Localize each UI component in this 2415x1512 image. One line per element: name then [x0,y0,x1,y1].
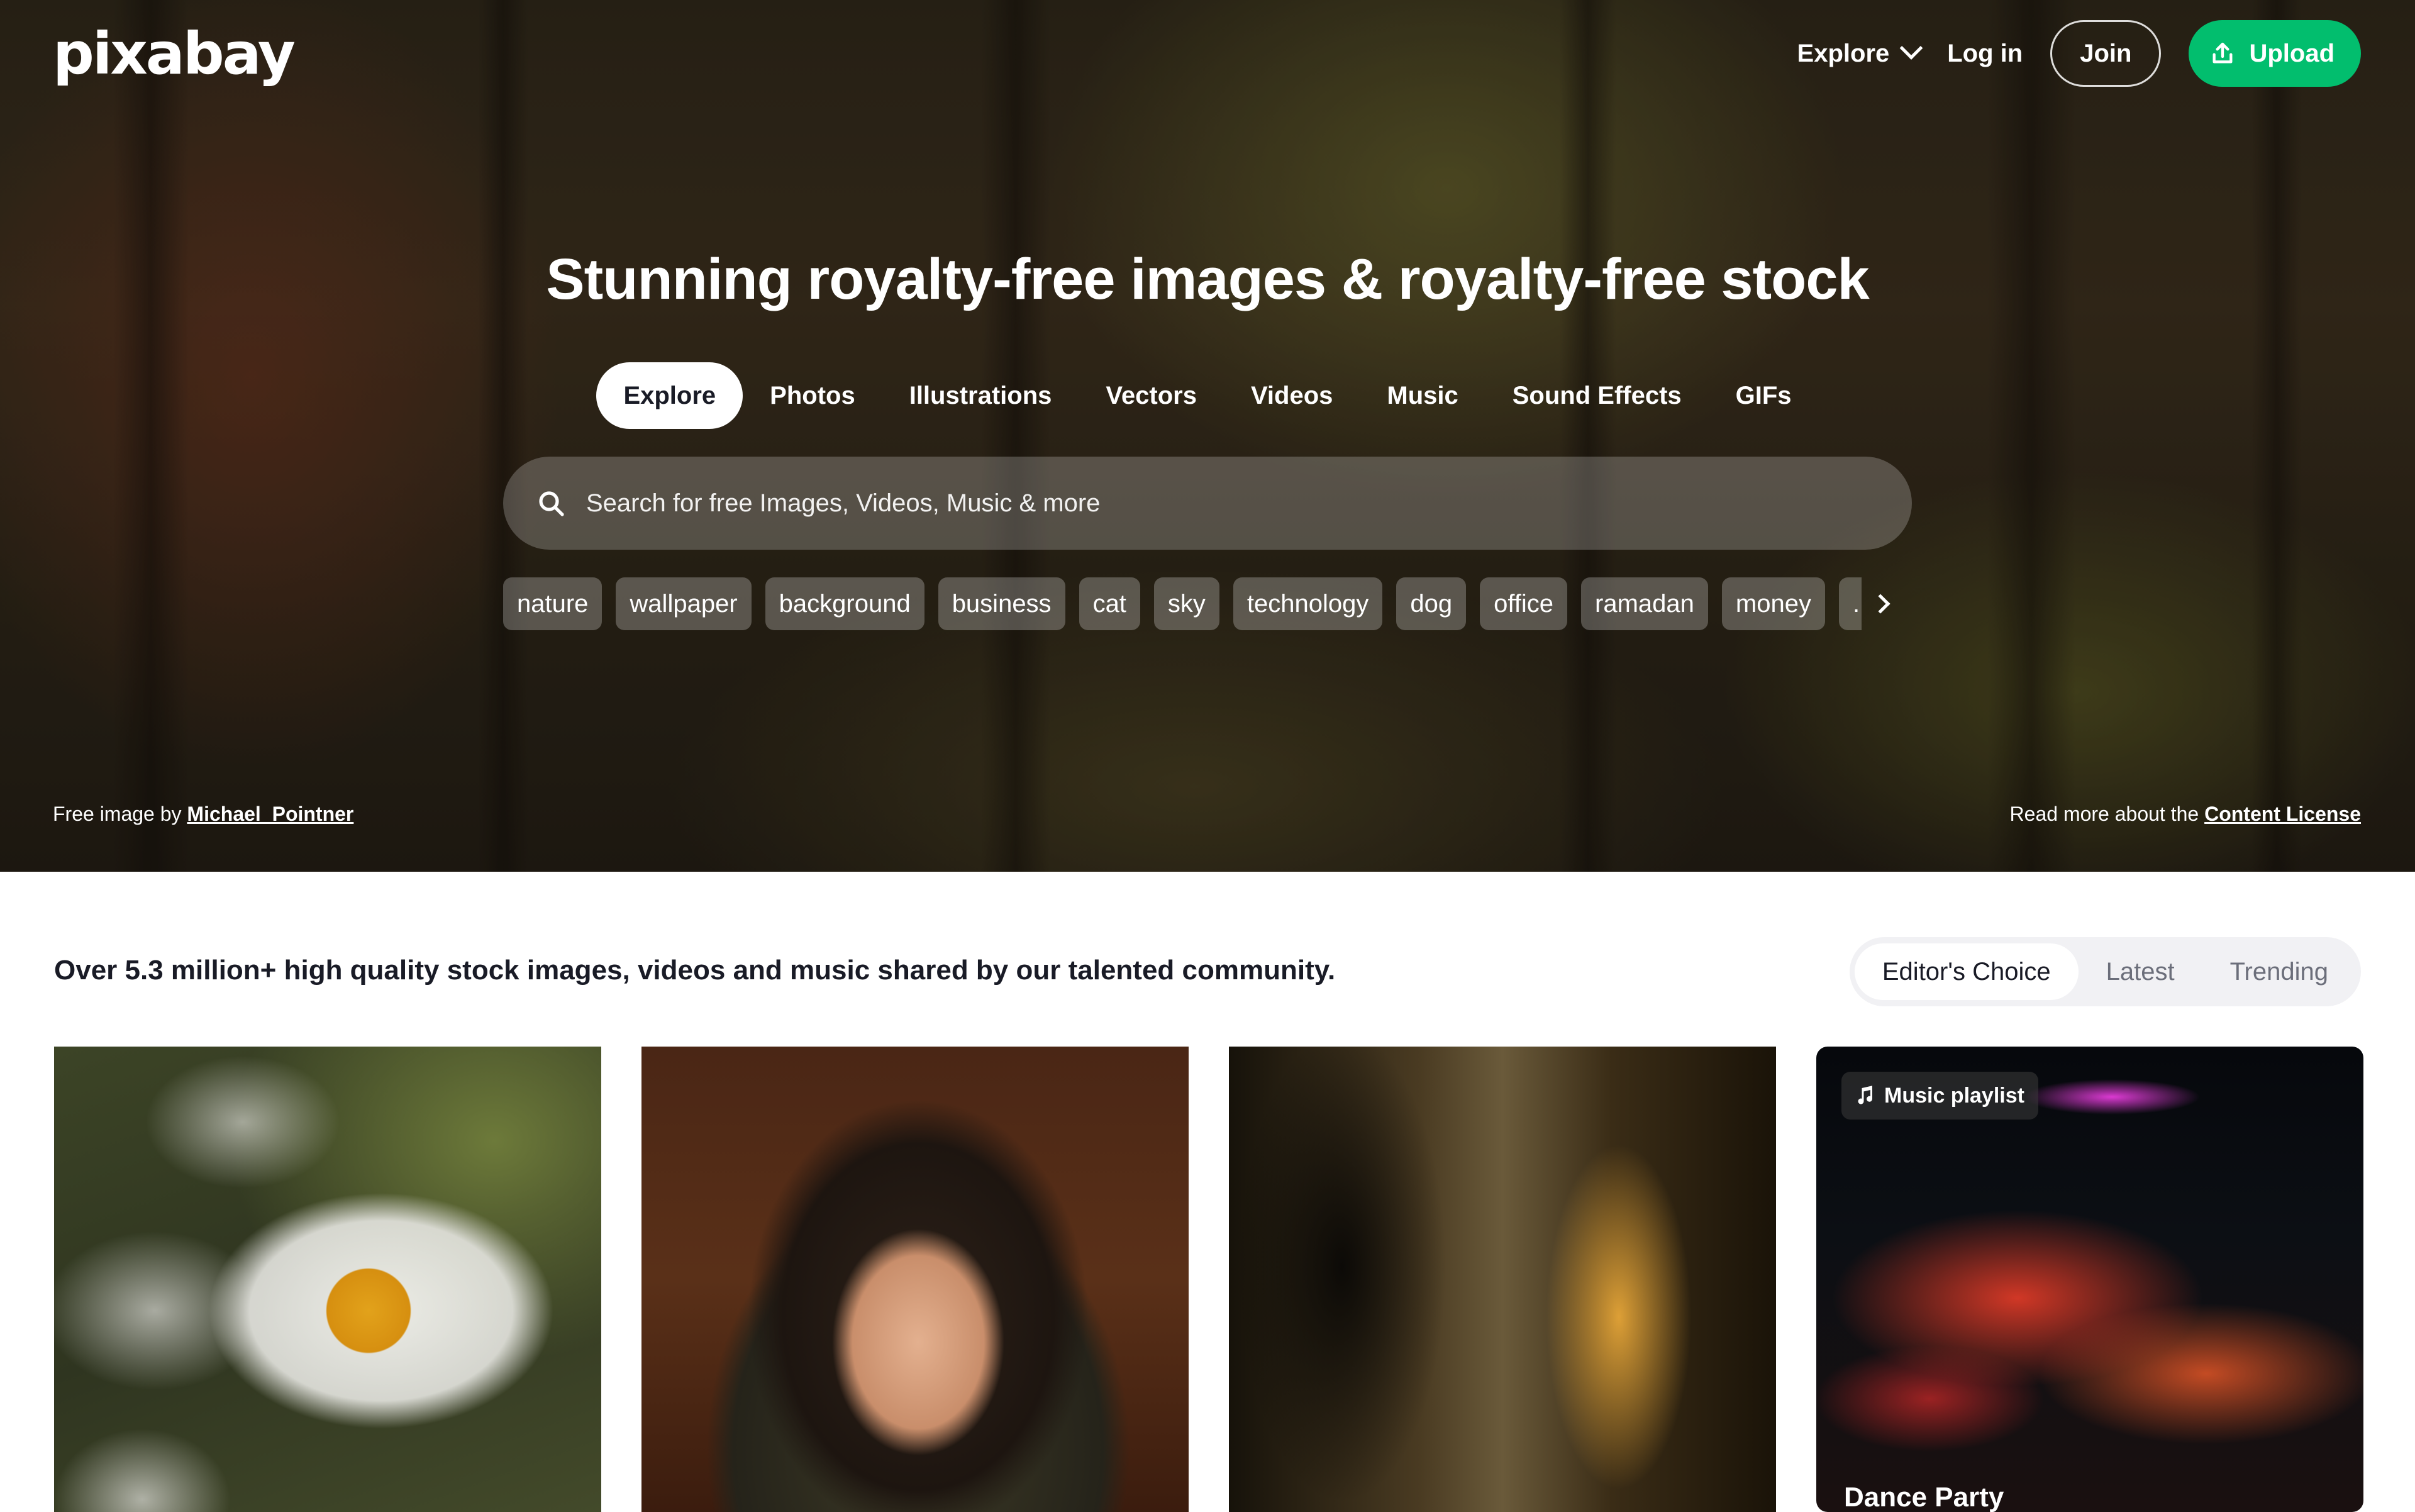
tag-chip[interactable]: background [765,577,924,630]
music-note-icon [1858,1086,1873,1104]
music-playlist-badge: Music playlist [1841,1072,2038,1120]
search-icon[interactable] [536,488,566,518]
tab-music[interactable]: Music [1360,362,1485,429]
music-playlist-card[interactable]: Music playlist Dance Party [1816,1047,2363,1512]
media-grid: Music playlist Dance Party [54,1047,2363,1512]
tag-chip[interactable]: office [1480,577,1568,630]
sort-toggle: Editor's Choice Latest Trending [1849,937,2361,1006]
upload-label: Upload [2249,39,2334,67]
license-note: Read more about the Content License [2010,803,2361,826]
top-navigation: Explore Log in Join Upload [1797,20,2361,87]
tab-photos[interactable]: Photos [743,362,882,429]
credit-prefix: Free image by [53,803,182,825]
tag-chip[interactable]: nature [503,577,602,630]
search-bar [503,457,1912,550]
tag-chip[interactable]: wallpaper [616,577,752,630]
license-prefix: Read more about the [2009,803,2199,825]
image-card-portrait[interactable] [641,1047,1189,1512]
hero-banner: pixabay Explore Log in Join Upload Stunn… [0,0,2415,872]
tag-chip[interactable]: ... [1838,577,1862,630]
content-license-link[interactable]: Content License [2204,803,2361,825]
sort-latest[interactable]: Latest [2079,943,2202,1000]
upload-icon [2212,42,2233,64]
chevron-right-icon [1870,594,1890,614]
chevron-down-icon [1899,36,1923,60]
upload-button[interactable]: Upload [2189,20,2361,87]
sort-editors-choice[interactable]: Editor's Choice [1854,943,2079,1000]
tab-videos[interactable]: Videos [1224,362,1360,429]
image-credit: Free image by Michael_Pointner [53,803,353,826]
tag-chip[interactable]: ramadan [1581,577,1708,630]
hero-headline: Stunning royalty-free images & royalty-f… [546,247,1869,311]
community-tagline: Over 5.3 million+ high quality stock ima… [54,955,1336,986]
tag-chip[interactable]: dog [1396,577,1467,630]
playlist-title: Dance Party [1844,1482,2004,1512]
credit-author-link[interactable]: Michael_Pointner [187,803,353,825]
login-link[interactable]: Log in [1947,40,2023,68]
tag-chip[interactable]: sky [1153,577,1219,630]
explore-menu[interactable]: Explore [1797,36,1923,68]
tab-sound-effects[interactable]: Sound Effects [1485,362,1709,429]
tag-chip[interactable]: business [938,577,1065,630]
tab-illustrations[interactable]: Illustrations [882,362,1079,429]
join-button[interactable]: Join [2050,20,2162,87]
tag-chip[interactable]: money [1721,577,1825,630]
pixabay-logo[interactable]: pixabay [53,25,296,83]
tab-vectors[interactable]: Vectors [1079,362,1224,429]
hero-overlay [0,0,2415,872]
tag-chip[interactable]: cat [1079,577,1140,630]
search-input[interactable] [586,489,1781,518]
image-card-couple[interactable] [1229,1047,1776,1512]
tags-next-button[interactable] [1862,577,1899,630]
badge-label: Music playlist [1884,1083,2024,1108]
sort-trending[interactable]: Trending [2202,943,2356,1000]
tab-explore[interactable]: Explore [596,362,743,429]
suggested-tags: nature wallpaper background business cat… [503,577,1862,630]
image-card-daisy[interactable] [54,1047,601,1512]
tab-gifs[interactable]: GIFs [1709,362,1819,429]
media-type-tabs: Explore Photos Illustrations Vectors Vid… [0,362,2415,429]
explore-label: Explore [1797,39,1890,67]
tag-chip[interactable]: technology [1233,577,1383,630]
